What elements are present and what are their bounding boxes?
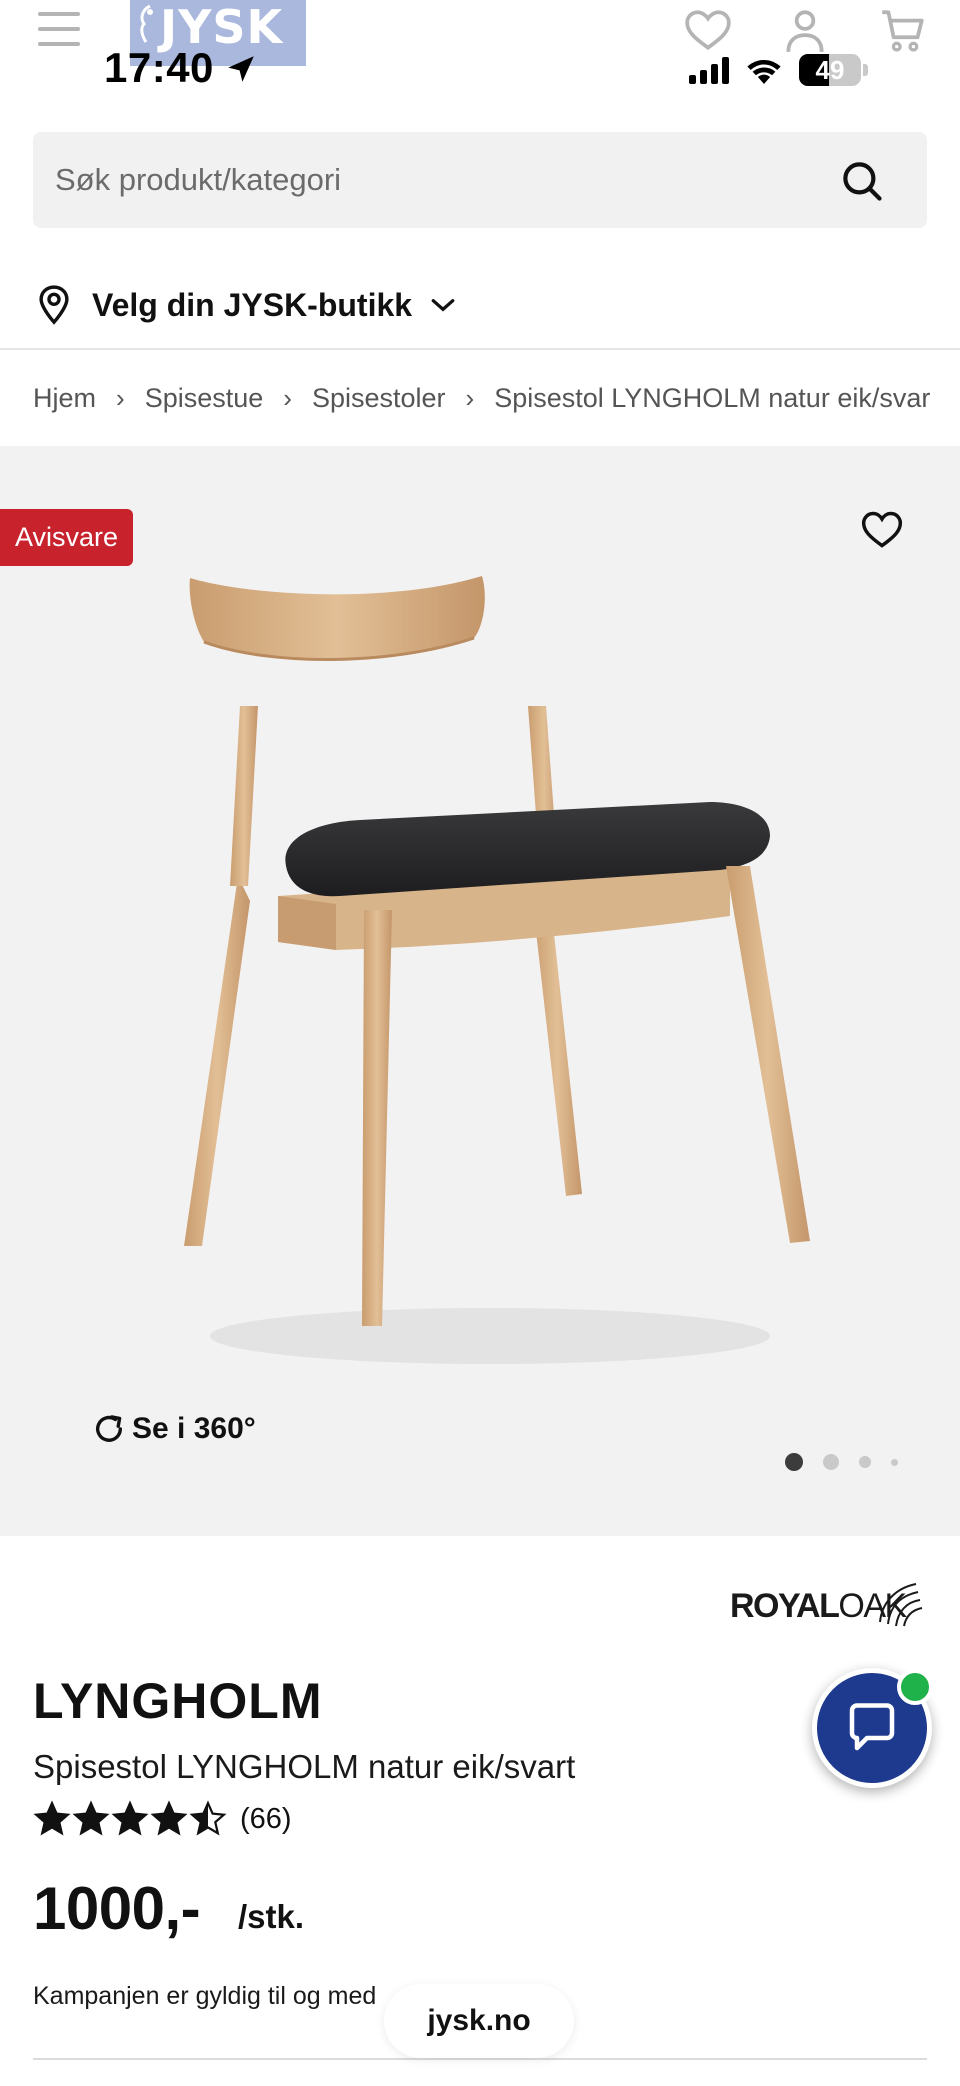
product-rating[interactable]: (66) (33, 1800, 292, 1838)
product-name: LYNGHOLM (33, 1673, 323, 1729)
chat-bubble-icon (849, 1703, 895, 1751)
star-icon (150, 1800, 188, 1836)
status-icons: 49 (689, 52, 868, 88)
online-status-dot (897, 1669, 933, 1705)
location-arrow-icon (228, 56, 254, 82)
product-price: 1000,- (33, 1875, 201, 1942)
battery-nub (863, 64, 868, 76)
breadcrumb-home[interactable]: Hjem (33, 383, 96, 414)
divider (33, 2058, 927, 2060)
carousel-dot[interactable] (785, 1453, 803, 1471)
store-picker-label: Velg din JYSK-butikk (92, 286, 413, 323)
cellular-signal-icon (689, 56, 729, 84)
search-input[interactable]: Søk produkt/kategori (33, 132, 927, 228)
view-360-label: Se i 360° (132, 1412, 256, 1445)
carousel-indicator[interactable] (785, 1453, 898, 1471)
divider (0, 348, 960, 350)
jysk-bird-icon (140, 4, 153, 43)
breadcrumb-current: Spisestol LYNGHOLM natur eik/svar (494, 382, 931, 413)
view-360-button[interactable]: Se i 360° (92, 1412, 256, 1446)
price-unit: /stk. (238, 1898, 305, 1935)
rotate-360-icon (95, 1415, 123, 1442)
battery-indicator: 49 (799, 54, 861, 86)
account-icon[interactable] (780, 6, 830, 56)
carousel-dot[interactable] (891, 1458, 898, 1466)
breadcrumb-dining-chairs[interactable]: Spisestoler (312, 383, 446, 414)
product-image-chair[interactable] (130, 566, 850, 1386)
promo-badge: Avisvare (0, 509, 133, 566)
search-placeholder: Søk produkt/kategori (55, 162, 342, 197)
breadcrumb-dining[interactable]: Spisestue (145, 383, 264, 414)
brand-royal: ROYAL (730, 1587, 840, 1625)
top-header: JYSK 17:40 49 (0, 0, 960, 110)
cart-icon[interactable] (878, 6, 928, 56)
breadcrumb-chevron-icon: › (283, 382, 292, 413)
star-icon (33, 1800, 71, 1836)
product-description: Spisestol LYNGHOLM natur eik/svart (33, 1748, 576, 1785)
chevron-down-icon (431, 299, 455, 312)
menu-icon[interactable] (38, 12, 80, 46)
search-icon[interactable] (841, 160, 883, 202)
breadcrumb-chevron-icon: › (465, 382, 475, 413)
wifi-icon (747, 59, 781, 84)
chat-button[interactable] (812, 1668, 933, 1788)
breadcrumb: Hjem › Spisestue › Spisestoler › Spisest… (33, 378, 930, 418)
favorite-heart-icon[interactable] (860, 508, 904, 552)
breadcrumb-chevron-icon: › (116, 382, 125, 413)
browser-url-bar[interactable]: jysk.no (384, 1984, 574, 2058)
location-pin-icon (39, 285, 69, 325)
rating-count: (66) (240, 1802, 292, 1835)
battery-text: 49 (815, 55, 845, 85)
star-icon (189, 1800, 227, 1836)
star-icon (72, 1800, 110, 1836)
brand-logo: ROYALOAK (730, 1572, 926, 1630)
brand-arc-icon (879, 1583, 923, 1627)
rating-stars (33, 1800, 228, 1838)
carousel-dot[interactable] (823, 1454, 839, 1470)
status-time: 17:40 (104, 44, 214, 91)
product-gallery[interactable]: Avisvare Se i 360° (0, 446, 960, 1536)
store-picker[interactable]: Velg din JYSK-butikk (36, 278, 456, 332)
carousel-dot[interactable] (859, 1456, 871, 1468)
star-icon (111, 1800, 149, 1836)
wishlist-icon[interactable] (683, 6, 733, 56)
